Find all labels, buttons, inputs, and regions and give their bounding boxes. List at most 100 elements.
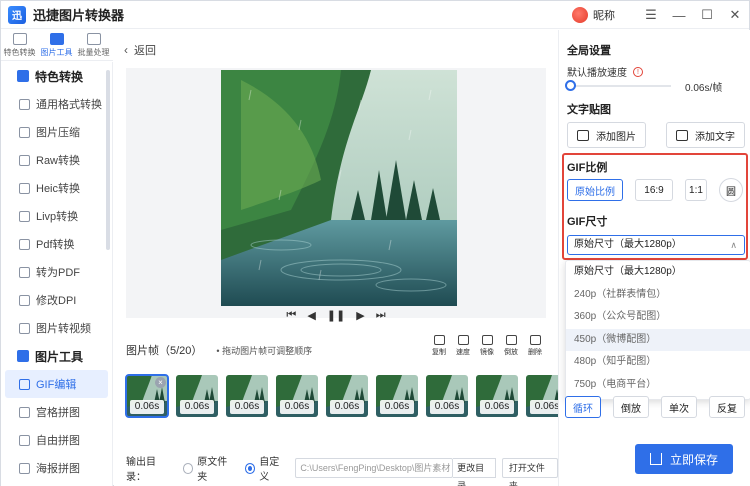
close-button[interactable]: ✕ xyxy=(721,1,749,29)
close-icon[interactable]: × xyxy=(155,377,166,388)
sidebar-item[interactable]: 自由拼图 xyxy=(1,426,112,454)
rail-label: 图片工具 xyxy=(40,47,73,57)
sidebar-item[interactable]: 图片转视频 xyxy=(1,314,112,342)
next-frame-button[interactable]: ▶ xyxy=(356,309,364,322)
speed-label-row: 默认播放速度 ! xyxy=(567,64,643,79)
add-image-button[interactable]: 添加图片 xyxy=(567,122,646,148)
sidebar-item[interactable]: 图片压缩 xyxy=(1,118,112,146)
sidebar-item[interactable]: GIF编辑 xyxy=(5,370,108,398)
frame-thumbnail[interactable]: 0.06s xyxy=(376,375,418,417)
save-button[interactable]: 立即保存 xyxy=(635,444,733,474)
batch-icon xyxy=(86,32,101,45)
frame-thumbnail[interactable]: 0.06s xyxy=(276,375,318,417)
last-frame-button[interactable]: ⏭ xyxy=(376,309,386,322)
change-dir-button[interactable]: 更改目录 xyxy=(453,458,496,486)
ratio-1-1-button[interactable]: 1:1 xyxy=(685,179,707,201)
sidebar-item[interactable]: Raw转换 xyxy=(1,146,112,174)
size-option[interactable]: 原始尺寸（最大1280p） xyxy=(566,261,750,284)
sidebar-group-special[interactable]: 特色转换 xyxy=(1,62,112,90)
output-path-field[interactable]: C:\Users\FengPing\Desktop\图片素材 xyxy=(295,458,454,478)
size-option[interactable]: 360p（公众号配图） xyxy=(566,306,750,329)
sidebar-item-label: 转为PDF xyxy=(36,267,80,279)
user-nickname[interactable]: 昵称 xyxy=(593,7,615,23)
sidebar-item[interactable]: 宫格拼图 xyxy=(1,398,112,426)
speed-slider-track[interactable] xyxy=(571,85,671,87)
sidebar-item[interactable]: 通用格式转换 xyxy=(1,90,112,118)
chevron-left-icon: ‹ xyxy=(124,43,128,57)
frame-thumbnail[interactable]: 0.06s xyxy=(226,375,268,417)
frame-thumbnail[interactable]: 0.06s xyxy=(426,375,468,417)
avatar[interactable] xyxy=(572,7,588,23)
size-option[interactable]: 450p（微博配图） xyxy=(566,328,750,351)
open-folder-button[interactable]: 打开文件夹 xyxy=(501,458,559,486)
prev-frame-button[interactable]: ◀ xyxy=(307,309,315,322)
sidebar-item-label: 宫格拼图 xyxy=(36,407,80,419)
ratio-circle-button[interactable]: 圆 xyxy=(719,178,743,202)
speed-slider-handle[interactable] xyxy=(565,80,576,91)
copy-tool-button[interactable]: 复制 xyxy=(430,335,448,357)
text-icon xyxy=(676,129,688,141)
ratio-16-9-button[interactable]: 16:9 xyxy=(635,179,673,201)
maximize-button[interactable]: ☐ xyxy=(693,1,721,29)
frame-duration: 0.06s xyxy=(430,400,464,414)
speed-value: 0.06s/帧 xyxy=(685,83,723,94)
sidebar-item-icon xyxy=(19,378,30,390)
delete-tool-label: 删除 xyxy=(528,349,542,356)
ratio-original-button[interactable]: 原始比例 xyxy=(567,179,623,201)
mirror-tool-button[interactable]: 镜像 xyxy=(478,335,496,357)
sidebar-item[interactable]: 海报拼图 xyxy=(1,454,112,482)
opt-original-label[interactable]: 原文件夹 xyxy=(197,453,234,483)
back-button[interactable]: ‹ 返回 xyxy=(124,42,156,58)
info-icon[interactable]: ! xyxy=(633,66,643,77)
frame-thumbnail[interactable]: 0.06s xyxy=(176,375,218,417)
size-dropdown: 原始尺寸（最大1280p） 240p（社群表情包） 360p（公众号配图） 450p（… xyxy=(565,260,750,400)
main-panel: ‹ 返回 ⏮ ◀ ❚❚ ▶ ⏭ 图片帧（5/20） • 拖动图片帧可调整顺序 复… xyxy=(114,30,568,486)
sidebar-item-icon xyxy=(19,406,30,418)
speed-label: 默认播放速度 xyxy=(567,68,627,79)
playback-mode-button[interactable]: 倒放 xyxy=(613,396,649,418)
radio-custom[interactable] xyxy=(244,462,256,474)
menu-icon[interactable]: ☰ xyxy=(637,1,665,29)
rail-item-tools[interactable]: 图片工具 xyxy=(38,29,75,61)
playback-mode-button[interactable]: 单次 xyxy=(661,396,697,418)
frame-duration: 0.06s xyxy=(230,400,264,414)
frame-duration: 0.06s xyxy=(180,400,214,414)
speed-tool-button[interactable]: 速度 xyxy=(454,335,472,357)
frame-thumbnail[interactable]: 0.06s xyxy=(326,375,368,417)
size-option[interactable]: 240p（社群表情包） xyxy=(566,284,750,307)
sidebar-item-icon xyxy=(19,434,30,446)
frame-thumbnail[interactable]: 0.06s × xyxy=(125,374,169,418)
rail-item-batch[interactable]: 批量处理 xyxy=(75,29,112,61)
sidebar-scrollbar[interactable] xyxy=(106,70,110,250)
copy-icon xyxy=(433,335,445,345)
add-text-button[interactable]: 添加文字 xyxy=(666,122,745,148)
frames-label: 图片帧（5/20） xyxy=(126,345,203,357)
pause-button[interactable]: ❚❚ xyxy=(327,309,345,322)
sidebar-item[interactable]: Livp转换 xyxy=(1,202,112,230)
reverse-tool-button[interactable]: 倒放 xyxy=(502,335,520,357)
app-window: 迅 迅捷图片转换器 昵称 ☰ — ☐ ✕ 特色转换 图片工具 批量处理 特色转换 xyxy=(0,0,750,486)
delete-tool-button[interactable]: 删除 xyxy=(526,335,544,357)
sidebar-item[interactable]: Heic转换 xyxy=(1,174,112,202)
rail-item-special[interactable]: 特色转换 xyxy=(1,29,38,61)
output-row: 输出目录： 原文件夹 自定义 C:\Users\FengPing\Desktop… xyxy=(126,453,559,486)
playback-mode-button[interactable]: 反复 xyxy=(709,396,745,418)
size-option[interactable]: 480p（知乎配图） xyxy=(566,351,750,374)
opt-custom-label[interactable]: 自定义 xyxy=(259,453,287,483)
first-frame-button[interactable]: ⏮ xyxy=(286,309,296,322)
radio-original[interactable] xyxy=(182,462,194,474)
chevron-up-icon: ∧ xyxy=(730,240,737,250)
size-option[interactable]: 750p（电商平台） xyxy=(566,374,750,397)
sidebar-item[interactable]: Pdf转换 xyxy=(1,230,112,258)
minimize-button[interactable]: — xyxy=(665,1,693,29)
sidebar-group-tools[interactable]: 图片工具 xyxy=(1,342,112,370)
title-bar: 迅 迅捷图片转换器 昵称 ☰ — ☐ ✕ xyxy=(1,1,749,29)
playback-mode-button[interactable]: 循环 xyxy=(565,396,601,418)
frame-thumbnail[interactable]: 0.06s xyxy=(476,375,518,417)
sidebar-item[interactable]: 转为PDF xyxy=(1,258,112,286)
gif-size-select[interactable]: 原始尺寸（最大1280p） ∧ xyxy=(567,235,745,255)
sidebar-item[interactable]: 修改DPI xyxy=(1,286,112,314)
preview-area xyxy=(126,68,546,318)
add-image-label: 添加图片 xyxy=(596,131,636,143)
app-title: 迅捷图片转换器 xyxy=(33,8,125,23)
